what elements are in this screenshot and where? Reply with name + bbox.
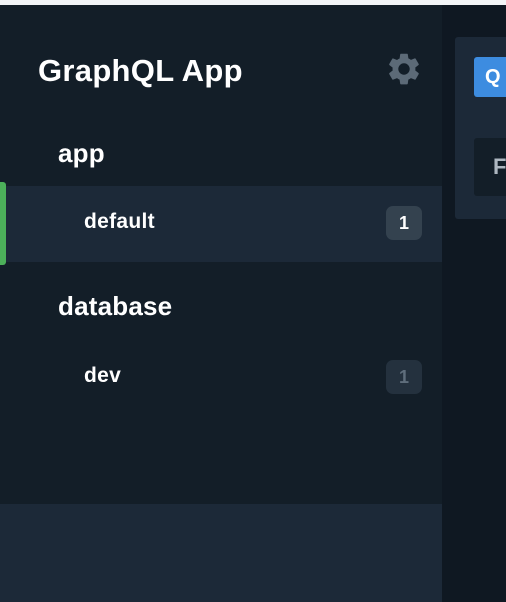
- gear-icon[interactable]: [385, 50, 423, 88]
- count-badge: 1: [386, 360, 422, 394]
- sidebar-item-label: default: [84, 210, 155, 233]
- sidebar-item-default[interactable]: default 1: [0, 182, 442, 265]
- sidebar: GraphQL App app default 1 database dev 1: [0, 5, 442, 602]
- section-heading-database: database: [58, 291, 173, 321]
- section-heading-app: app: [58, 138, 105, 168]
- count-badge: 1: [386, 206, 422, 240]
- query-field[interactable]: F: [474, 138, 506, 196]
- active-indicator: [0, 182, 6, 265]
- app-title: GraphQL App: [38, 53, 243, 88]
- sidebar-item-dev[interactable]: dev 1: [0, 340, 442, 416]
- sidebar-item-label: dev: [84, 364, 122, 387]
- query-tab[interactable]: Q: [474, 57, 506, 97]
- sidebar-footer: [0, 504, 442, 602]
